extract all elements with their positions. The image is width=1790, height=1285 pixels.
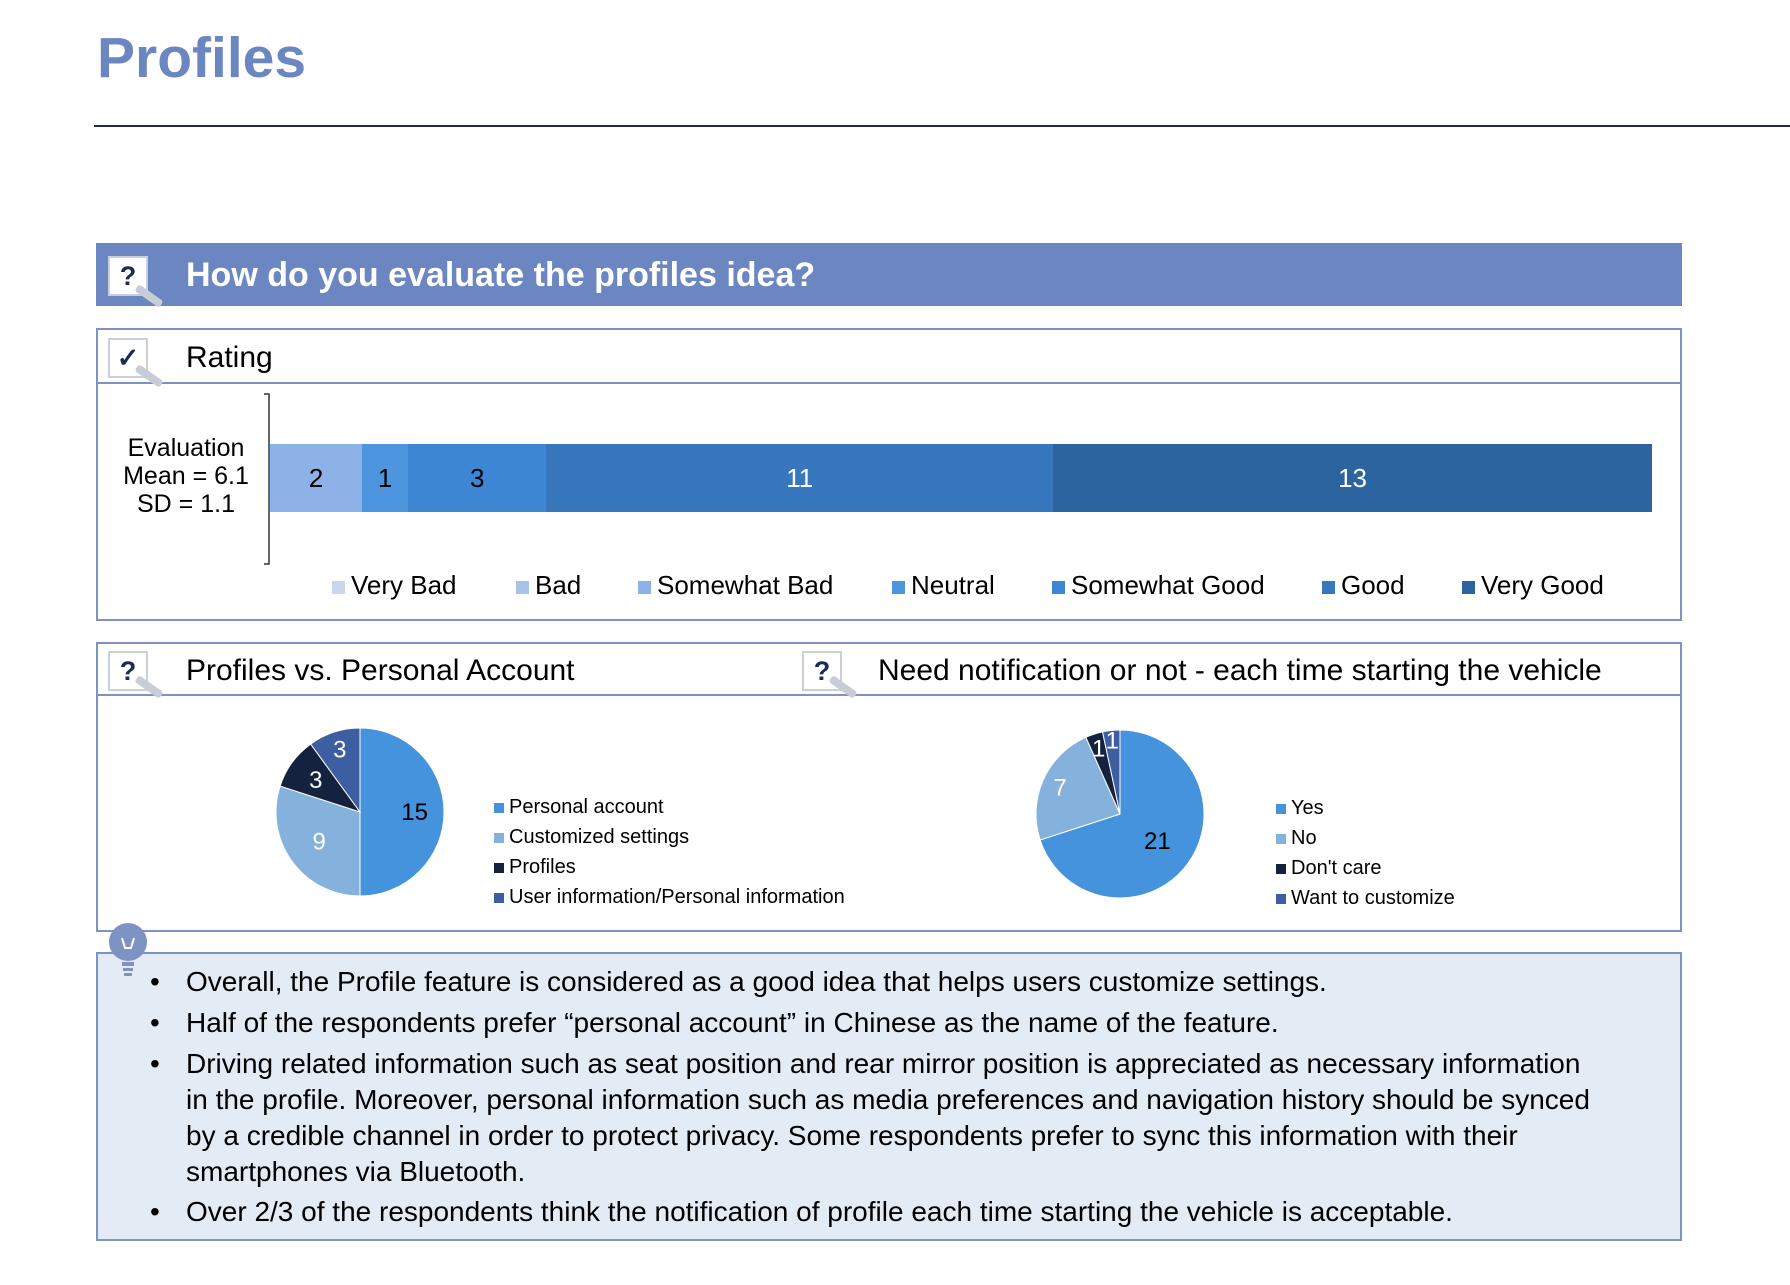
pie-legend-item: User information/Personal information <box>494 882 845 912</box>
legend-item: Very Good <box>1462 570 1604 601</box>
bar-segment-good: 11 <box>546 444 1054 512</box>
title-divider <box>94 125 1790 127</box>
pie-legend-profiles: Personal account Customized settings Profi… <box>494 792 845 912</box>
legend-label: Profiles <box>509 856 576 878</box>
summary-list: • Overall, the Profile feature is conside… <box>150 964 1610 1235</box>
bullet-dot: • <box>150 1048 160 1079</box>
legend-swatch <box>494 893 504 903</box>
summary-bullet: • Overall, the Profile feature is conside… <box>150 964 1610 1000</box>
bar-segment-very-good: 13 <box>1053 444 1652 512</box>
legend-swatch <box>892 581 905 594</box>
legend-label: Personal account <box>509 796 664 818</box>
legend-label: Don't care <box>1291 857 1382 879</box>
pie-slice-label: 9 <box>313 829 326 856</box>
pie-slice-label: 3 <box>333 737 346 764</box>
pie-legend-notification: Yes No Don't care Want to customize <box>1276 793 1455 913</box>
rating-header-divider <box>96 382 1682 384</box>
bullet-dot: • <box>150 1196 160 1227</box>
pie-legend-item: Profiles <box>494 852 845 882</box>
summary-bullet: • Half of the respondents prefer “persona… <box>150 1005 1610 1041</box>
left-pie-header: Profiles vs. Personal Account <box>186 654 575 687</box>
summary-bullet: • Driving related information such as sea… <box>150 1046 1610 1190</box>
stats-label: Evaluation <box>127 434 245 462</box>
legend-swatch <box>1052 581 1065 594</box>
pie-chart-profiles: 15 9 33 <box>275 727 445 897</box>
legend-swatch <box>494 863 504 873</box>
right-pie-header: Need notification or not - each time sta… <box>878 654 1602 687</box>
legend-label: User information/Personal information <box>509 886 845 908</box>
legend-item: Good <box>1322 570 1405 601</box>
bar-segment-somewhat-good: 3 <box>408 444 547 512</box>
legend-swatch <box>1322 581 1335 594</box>
legend-item: Neutral <box>892 570 995 601</box>
legend-swatch <box>1276 804 1286 814</box>
pie-slice-label: 21 <box>1144 828 1171 855</box>
legend-label: Very Bad <box>351 570 457 600</box>
legend-swatch <box>494 803 504 813</box>
legend-item: Somewhat Bad <box>638 570 833 601</box>
pie-chart-notification: 2171 1 <box>1035 727 1205 899</box>
legend-label: No <box>1291 827 1317 849</box>
legend-swatch <box>332 581 345 594</box>
legend-swatch <box>1276 864 1286 874</box>
legend-label: Somewhat Good <box>1071 570 1265 600</box>
bullet-dot: • <box>150 966 160 997</box>
pie-legend-item: Customized settings <box>494 822 845 852</box>
legend-label: Bad <box>535 570 582 600</box>
legend-label: Neutral <box>911 570 995 600</box>
pie-slice-label: 1 <box>1106 727 1119 754</box>
legend-item: Bad <box>516 570 581 601</box>
bullet-text: Overall, the Profile feature is consider… <box>186 966 1327 997</box>
legend-swatch <box>1462 581 1475 594</box>
legend-label: Yes <box>1291 797 1324 819</box>
stacked-bar: 2 1 3 11 13 <box>270 444 1652 512</box>
legend-swatch <box>494 833 504 843</box>
legend-item: Somewhat Good <box>1052 570 1265 601</box>
legend-label: Good <box>1341 570 1405 600</box>
bullet-dot: • <box>150 1007 160 1038</box>
legend-swatch <box>516 581 529 594</box>
summary-bullet: • Over 2/3 of the respondents think the n… <box>150 1194 1610 1230</box>
legend-swatch <box>1276 894 1286 904</box>
pie-legend-item: Personal account <box>494 792 845 822</box>
pie-slice-label: 7 <box>1053 774 1066 801</box>
rating-stats: Evaluation Mean = 6.1 SD = 1.1 <box>108 434 264 518</box>
pie-header-divider <box>96 694 1682 696</box>
pie-legend-item: Don't care <box>1276 853 1455 883</box>
pie-slice-label: 3 <box>309 767 322 794</box>
legend-label: Somewhat Bad <box>657 570 834 600</box>
legend-swatch <box>1276 834 1286 844</box>
stats-sd: SD = 1.1 <box>137 490 235 518</box>
bullet-text: Driving related information such as seat… <box>186 1048 1590 1187</box>
question-text: How do you evaluate the profiles idea? <box>186 256 816 294</box>
legend-label: Want to customize <box>1291 887 1455 909</box>
legend-item: Very Bad <box>332 570 457 601</box>
pie-legend-item: Yes <box>1276 793 1455 823</box>
legend-label: Very Good <box>1481 570 1604 600</box>
pie-legend-item: Want to customize <box>1276 883 1455 913</box>
pie-legend-item: No <box>1276 823 1455 853</box>
pie-slice-label: 1 <box>1092 735 1105 762</box>
bar-segment-somewhat-bad: 2 <box>270 444 363 512</box>
legend-swatch <box>638 581 651 594</box>
legend-label: Customized settings <box>509 826 690 848</box>
lightbulb-icon <box>109 923 147 976</box>
rating-header: Rating <box>186 341 273 374</box>
bullet-text: Over 2/3 of the respondents think the no… <box>186 1196 1453 1227</box>
bullet-text: Half of the respondents prefer “personal… <box>186 1007 1279 1038</box>
bar-segment-neutral: 1 <box>362 444 409 512</box>
stats-mean: Mean = 6.1 <box>123 462 249 490</box>
rating-legend: Very Bad Bad Somewhat Bad Neutral Somewhat G… <box>332 570 1632 604</box>
page-title: Profiles <box>97 26 307 90</box>
pie-slice-label: 15 <box>401 799 428 826</box>
